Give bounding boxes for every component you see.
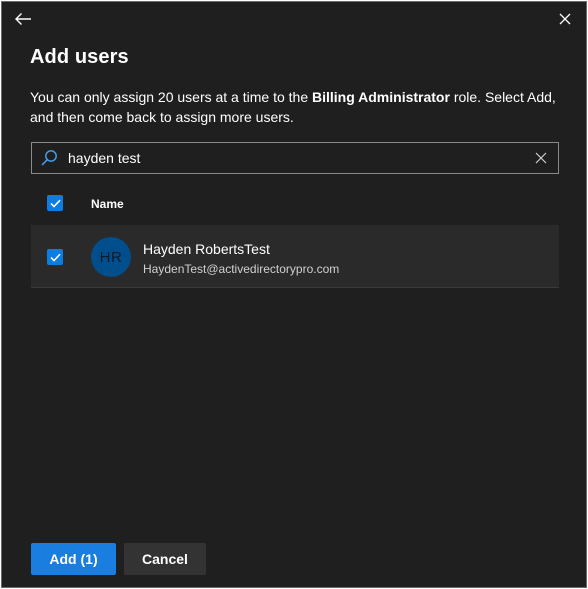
search-box	[31, 142, 559, 174]
avatar: HR	[91, 237, 131, 277]
clear-icon	[535, 152, 547, 164]
add-users-panel: Add users You can only assign 20 users a…	[1, 1, 587, 588]
select-all-checkbox[interactable]	[47, 195, 63, 211]
search-input[interactable]	[66, 144, 524, 172]
close-button[interactable]	[554, 8, 576, 30]
back-button[interactable]	[11, 8, 35, 30]
table-row[interactable]: HR Hayden RobertsTest HaydenTest@actived…	[31, 225, 559, 288]
user-email: HaydenTest@activedirectorypro.com	[143, 262, 340, 276]
cancel-button[interactable]: Cancel	[124, 543, 206, 575]
search-icon	[32, 143, 66, 173]
role-name: Billing Administrator	[312, 89, 450, 105]
checkmark-icon	[49, 253, 61, 262]
clear-search-button[interactable]	[524, 143, 558, 173]
user-name: Hayden RobertsTest	[143, 241, 270, 257]
column-header-name: Name	[91, 197, 124, 211]
close-icon	[559, 13, 571, 25]
row-checkbox[interactable]	[47, 249, 63, 265]
checkmark-icon	[49, 199, 61, 208]
add-button[interactable]: Add (1)	[31, 543, 116, 575]
description-text: You can only assign 20 users at a time t…	[30, 89, 556, 125]
back-arrow-icon	[15, 13, 31, 25]
page-title: Add users	[30, 46, 129, 68]
